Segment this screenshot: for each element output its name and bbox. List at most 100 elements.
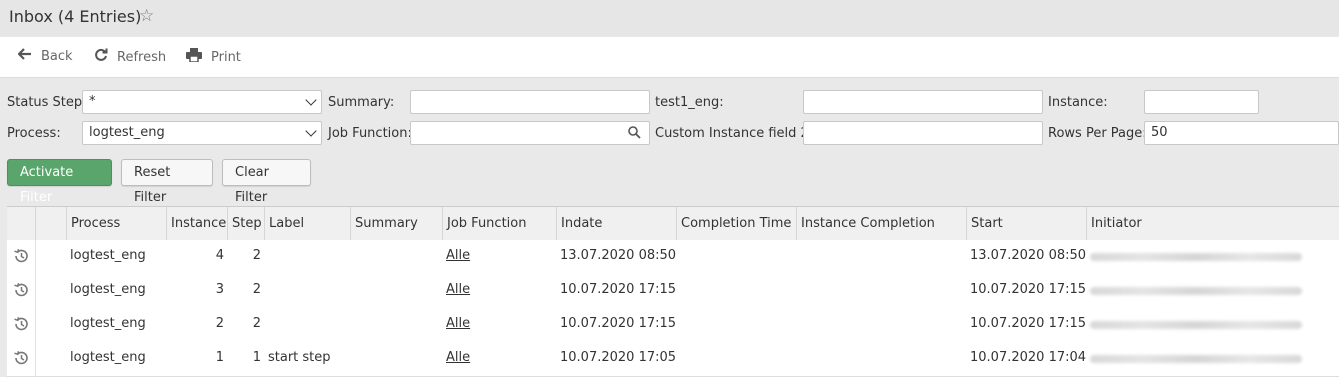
custom-instance-field-2-label: Custom Instance field 2: [655, 126, 814, 141]
status-step-label: Status Step: [7, 95, 87, 110]
header-initiator[interactable]: Initiator [1086, 207, 1339, 240]
cell-start: 13.07.2020 08:50 [970, 248, 1087, 263]
cell-instance-completion [800, 342, 966, 375]
cell-indate: 10.07.2020 17:15 [560, 316, 677, 331]
cell-instance: 3 [215, 282, 224, 297]
cell-step: 1 [252, 350, 261, 365]
back-label: Back [41, 48, 73, 64]
summary-label: Summary: [328, 95, 395, 110]
initiator-redacted [1090, 287, 1302, 295]
header-process[interactable]: Process [66, 207, 166, 240]
reset-filter-button[interactable]: Reset Filter [121, 159, 213, 205]
print-button[interactable]: Print [186, 48, 241, 66]
header-instance[interactable]: Instance [166, 207, 227, 240]
history-icon[interactable] [13, 316, 29, 336]
page-title: Inbox (4 Entries) [9, 7, 142, 26]
title-bar: Inbox (4 Entries) ☆ [0, 0, 1339, 36]
cell-summary [354, 342, 442, 375]
cell-job-function[interactable]: Alle [446, 342, 556, 375]
header-job-function[interactable]: Job Function [442, 207, 556, 240]
clear-filter-button[interactable]: Clear Filter [222, 159, 311, 205]
cell-instance-completion [800, 308, 966, 341]
cell-start: 10.07.2020 17:15 [970, 316, 1087, 331]
history-icon[interactable] [13, 248, 29, 268]
refresh-icon [94, 48, 108, 66]
cell-instance-completion [800, 274, 966, 307]
refresh-label: Refresh [117, 49, 167, 65]
header-blank-col [35, 207, 66, 240]
cell-process: logtest_eng [70, 350, 146, 365]
cell-label [268, 274, 350, 307]
cell-summary [354, 308, 442, 341]
history-icon[interactable] [13, 350, 29, 370]
header-icon-col [7, 207, 35, 240]
header-summary[interactable]: Summary [350, 207, 442, 240]
back-button[interactable]: Back [17, 48, 73, 64]
header-label[interactable]: Label [264, 207, 350, 240]
star-outline-icon[interactable]: ☆ [139, 6, 154, 26]
chevron-down-icon [305, 125, 317, 137]
cell-summary [354, 240, 442, 273]
cell-step: 2 [252, 282, 261, 297]
job-function-link[interactable]: Alle [446, 316, 470, 331]
row-divider [35, 342, 36, 376]
printer-icon [186, 48, 202, 66]
refresh-button[interactable]: Refresh [94, 48, 166, 66]
cell-step: 2 [252, 316, 261, 331]
job-function-label: Job Function: [328, 126, 412, 141]
table-row[interactable]: logtest_eng 4 2 Alle 13.07.2020 08:50 13.07.2… [7, 240, 1339, 275]
cell-process: logtest_eng [70, 282, 146, 297]
cell-job-function[interactable]: Alle [446, 308, 556, 341]
header-instance-completion-time[interactable]: Instance Completion Time [796, 207, 966, 264]
initiator-redacted [1090, 253, 1302, 261]
test1-eng-input[interactable] [803, 90, 1043, 114]
table-row[interactable]: logtest_eng 1 1 start step Alle 10.07.2020 17… [7, 342, 1339, 377]
table-header: Process Instance Step Label Summary Job … [7, 206, 1339, 264]
activate-filter-button[interactable]: Activate Filter [7, 159, 112, 205]
cell-instance: 4 [215, 248, 224, 263]
cell-step: 2 [252, 248, 261, 263]
rows-per-page-label: Rows Per Page: [1048, 126, 1147, 141]
cell-label [268, 308, 350, 341]
row-divider [35, 274, 36, 308]
cell-completion [680, 274, 796, 307]
header-completion-time[interactable]: Completion Time [676, 207, 796, 240]
process-select[interactable]: logtest_eng [82, 121, 322, 145]
job-function-link[interactable]: Alle [446, 350, 470, 365]
cell-indate: 13.07.2020 08:50 [560, 248, 677, 263]
rows-per-page-input[interactable]: 50 [1144, 121, 1339, 145]
search-icon[interactable] [628, 126, 641, 143]
cell-completion [680, 308, 796, 341]
row-divider [35, 240, 36, 274]
table-row[interactable]: logtest_eng 2 2 Alle 10.07.2020 17:15 10.07.2… [7, 308, 1339, 343]
cell-label: start step [268, 350, 331, 365]
cell-label [268, 240, 350, 273]
history-icon[interactable] [13, 282, 29, 302]
initiator-redacted [1090, 321, 1302, 329]
header-step[interactable]: Step [227, 207, 264, 240]
header-start[interactable]: Start [966, 207, 1086, 240]
cell-indate: 10.07.2020 17:05 [560, 350, 677, 365]
test1-eng-label: test1_eng: [655, 95, 724, 110]
summary-input[interactable] [410, 90, 650, 114]
cell-job-function[interactable]: Alle [446, 240, 556, 273]
print-label: Print [211, 49, 241, 65]
job-function-link[interactable]: Alle [446, 282, 470, 297]
status-step-value: * [89, 94, 96, 109]
process-value: logtest_eng [89, 125, 165, 140]
process-label: Process: [7, 126, 61, 141]
custom-instance-field-2-input[interactable] [803, 121, 1043, 145]
status-step-select[interactable]: * [82, 90, 322, 114]
header-indate[interactable]: Indate [556, 207, 676, 240]
instance-input[interactable] [1144, 90, 1259, 114]
cell-instance: 2 [215, 316, 224, 331]
job-function-link[interactable]: Alle [446, 248, 470, 263]
cell-start: 10.07.2020 17:15 [970, 282, 1087, 297]
chevron-down-icon [305, 94, 317, 106]
cell-process: logtest_eng [70, 316, 146, 331]
cell-job-function[interactable]: Alle [446, 274, 556, 307]
job-function-input[interactable] [410, 121, 650, 145]
cell-completion [680, 342, 796, 375]
table-row[interactable]: logtest_eng 3 2 Alle 10.07.2020 17:15 10.07.2… [7, 274, 1339, 309]
cell-summary [354, 274, 442, 307]
